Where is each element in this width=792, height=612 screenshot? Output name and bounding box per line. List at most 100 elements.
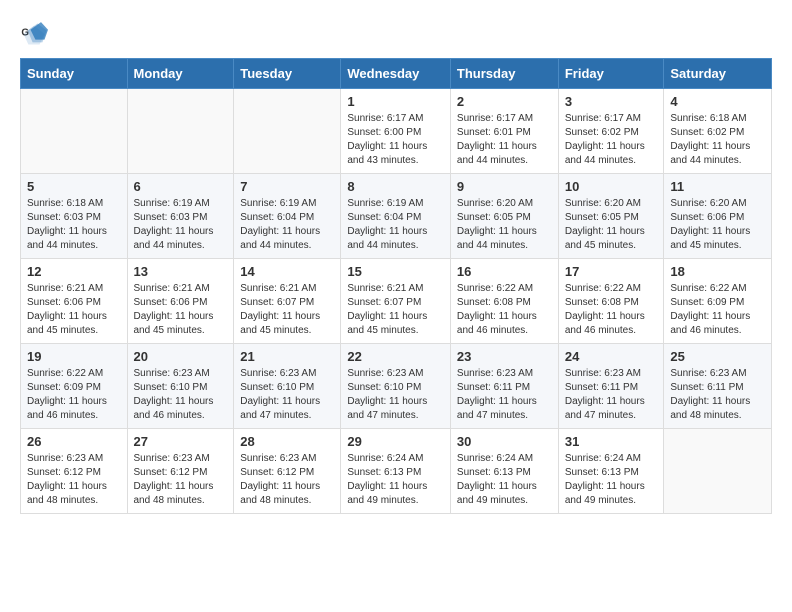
calendar-week-row: 26Sunrise: 6:23 AM Sunset: 6:12 PM Dayli…	[21, 429, 772, 514]
day-number: 3	[565, 94, 658, 109]
calendar-day-cell: 24 Sunrise: 6:23 AM Sunset: 6:11 PM Dayli…	[558, 344, 664, 429]
calendar-day-cell: 25 Sunrise: 6:23 AM Sunset: 6:11 PM Dayli…	[664, 344, 772, 429]
calendar-day-cell: 23 Sunrise: 6:23 AM Sunset: 6:11 PM Dayli…	[450, 344, 558, 429]
calendar-day-cell: 29 Sunrise: 6:24 AM Sunset: 6:13 PM Dayli…	[341, 429, 451, 514]
calendar-day-cell: 28 Sunrise: 6:23 AM Sunset: 6:12 PM Dayli…	[234, 429, 341, 514]
calendar-day-cell	[127, 89, 234, 174]
calendar-day-cell	[234, 89, 341, 174]
day-info: Sunrise: 6:24 AM Sunset: 6:13 PM Dayligh…	[565, 452, 658, 508]
day-number: 16	[457, 264, 552, 279]
day-number: 7	[240, 179, 334, 194]
day-number: 9	[457, 179, 552, 194]
calendar-day-cell: 22Sunrise: 6:23 AM Sunset: 6:10 PM Dayli…	[341, 344, 451, 429]
day-number: 29	[347, 434, 444, 449]
calendar-day-cell: 21 Sunrise: 6:23 AM Sunset: 6:10 PM Dayli…	[234, 344, 341, 429]
day-of-week-header: Saturday	[664, 59, 772, 89]
calendar-day-cell: 18 Sunrise: 6:22 AM Sunset: 6:09 PM Dayli…	[664, 259, 772, 344]
calendar-day-cell: 3Sunrise: 6:17 AM Sunset: 6:02 PM Daylig…	[558, 89, 664, 174]
day-number: 11	[670, 179, 765, 194]
day-number: 19	[27, 349, 121, 364]
day-of-week-header: Wednesday	[341, 59, 451, 89]
calendar-week-row: 5 Sunrise: 6:18 AM Sunset: 6:03 PM Daylig…	[21, 174, 772, 259]
logo-icon: G	[20, 20, 48, 48]
day-number: 21	[240, 349, 334, 364]
day-number: 2	[457, 94, 552, 109]
calendar-week-row: 1 Sunrise: 6:17 AM Sunset: 6:00 PM Daylig…	[21, 89, 772, 174]
day-info: Sunrise: 6:20 AM Sunset: 6:06 PM Dayligh…	[670, 197, 765, 253]
day-of-week-header: Tuesday	[234, 59, 341, 89]
day-number: 15	[347, 264, 444, 279]
day-info: Sunrise: 6:23 AM Sunset: 6:12 PM Dayligh…	[27, 452, 121, 508]
day-number: 25	[670, 349, 765, 364]
calendar-day-cell: 15 Sunrise: 6:21 AM Sunset: 6:07 PM Dayli…	[341, 259, 451, 344]
day-number: 13	[134, 264, 228, 279]
logo: G	[20, 20, 52, 48]
day-info: Sunrise: 6:21 AM Sunset: 6:07 PM Dayligh…	[347, 282, 444, 338]
day-info: Sunrise: 6:24 AM Sunset: 6:13 PM Dayligh…	[457, 452, 552, 508]
calendar-day-cell: 13Sunrise: 6:21 AM Sunset: 6:06 PM Dayli…	[127, 259, 234, 344]
calendar-day-cell: 30 Sunrise: 6:24 AM Sunset: 6:13 PM Dayli…	[450, 429, 558, 514]
day-info: Sunrise: 6:22 AM Sunset: 6:09 PM Dayligh…	[27, 367, 121, 423]
calendar-day-cell: 1 Sunrise: 6:17 AM Sunset: 6:00 PM Daylig…	[341, 89, 451, 174]
day-info: Sunrise: 6:22 AM Sunset: 6:08 PM Dayligh…	[457, 282, 552, 338]
calendar-day-cell: 2 Sunrise: 6:17 AM Sunset: 6:01 PM Daylig…	[450, 89, 558, 174]
day-info: Sunrise: 6:19 AM Sunset: 6:04 PM Dayligh…	[347, 197, 444, 253]
calendar-day-cell: 17 Sunrise: 6:22 AM Sunset: 6:08 PM Dayli…	[558, 259, 664, 344]
day-of-week-header: Friday	[558, 59, 664, 89]
day-number: 31	[565, 434, 658, 449]
day-info: Sunrise: 6:23 AM Sunset: 6:11 PM Dayligh…	[670, 367, 765, 423]
calendar-table: SundayMondayTuesdayWednesdayThursdayFrid…	[20, 58, 772, 514]
calendar-day-cell: 7 Sunrise: 6:19 AM Sunset: 6:04 PM Daylig…	[234, 174, 341, 259]
calendar-day-cell: 26Sunrise: 6:23 AM Sunset: 6:12 PM Dayli…	[21, 429, 128, 514]
calendar-day-cell: 4Sunrise: 6:18 AM Sunset: 6:02 PM Daylig…	[664, 89, 772, 174]
day-info: Sunrise: 6:23 AM Sunset: 6:11 PM Dayligh…	[457, 367, 552, 423]
calendar-day-cell: 12 Sunrise: 6:21 AM Sunset: 6:06 PM Dayli…	[21, 259, 128, 344]
day-info: Sunrise: 6:19 AM Sunset: 6:04 PM Dayligh…	[240, 197, 334, 253]
day-number: 5	[27, 179, 121, 194]
day-number: 27	[134, 434, 228, 449]
calendar-day-cell: 20 Sunrise: 6:23 AM Sunset: 6:10 PM Dayli…	[127, 344, 234, 429]
day-number: 10	[565, 179, 658, 194]
calendar-day-cell: 16 Sunrise: 6:22 AM Sunset: 6:08 PM Dayli…	[450, 259, 558, 344]
calendar-day-cell: 5 Sunrise: 6:18 AM Sunset: 6:03 PM Daylig…	[21, 174, 128, 259]
calendar-header-row: SundayMondayTuesdayWednesdayThursdayFrid…	[21, 59, 772, 89]
day-of-week-header: Sunday	[21, 59, 128, 89]
calendar-day-cell: 6 Sunrise: 6:19 AM Sunset: 6:03 PM Daylig…	[127, 174, 234, 259]
calendar-day-cell: 11 Sunrise: 6:20 AM Sunset: 6:06 PM Dayli…	[664, 174, 772, 259]
calendar-week-row: 19 Sunrise: 6:22 AM Sunset: 6:09 PM Dayli…	[21, 344, 772, 429]
day-info: Sunrise: 6:18 AM Sunset: 6:02 PM Dayligh…	[670, 112, 765, 168]
header: G	[20, 20, 772, 48]
day-info: Sunrise: 6:17 AM Sunset: 6:01 PM Dayligh…	[457, 112, 552, 168]
day-number: 18	[670, 264, 765, 279]
day-info: Sunrise: 6:19 AM Sunset: 6:03 PM Dayligh…	[134, 197, 228, 253]
day-info: Sunrise: 6:18 AM Sunset: 6:03 PM Dayligh…	[27, 197, 121, 253]
day-number: 30	[457, 434, 552, 449]
calendar-day-cell: 8Sunrise: 6:19 AM Sunset: 6:04 PM Daylig…	[341, 174, 451, 259]
day-info: Sunrise: 6:20 AM Sunset: 6:05 PM Dayligh…	[565, 197, 658, 253]
day-info: Sunrise: 6:17 AM Sunset: 6:00 PM Dayligh…	[347, 112, 444, 168]
day-info: Sunrise: 6:23 AM Sunset: 6:10 PM Dayligh…	[240, 367, 334, 423]
day-number: 14	[240, 264, 334, 279]
calendar-day-cell: 14Sunrise: 6:21 AM Sunset: 6:07 PM Dayli…	[234, 259, 341, 344]
day-info: Sunrise: 6:23 AM Sunset: 6:10 PM Dayligh…	[134, 367, 228, 423]
day-number: 23	[457, 349, 552, 364]
day-info: Sunrise: 6:22 AM Sunset: 6:09 PM Dayligh…	[670, 282, 765, 338]
day-info: Sunrise: 6:23 AM Sunset: 6:11 PM Dayligh…	[565, 367, 658, 423]
calendar-day-cell: 9 Sunrise: 6:20 AM Sunset: 6:05 PM Daylig…	[450, 174, 558, 259]
calendar-day-cell: 31 Sunrise: 6:24 AM Sunset: 6:13 PM Dayli…	[558, 429, 664, 514]
day-number: 17	[565, 264, 658, 279]
day-number: 1	[347, 94, 444, 109]
day-info: Sunrise: 6:21 AM Sunset: 6:06 PM Dayligh…	[27, 282, 121, 338]
day-number: 6	[134, 179, 228, 194]
day-number: 28	[240, 434, 334, 449]
day-info: Sunrise: 6:24 AM Sunset: 6:13 PM Dayligh…	[347, 452, 444, 508]
day-number: 12	[27, 264, 121, 279]
day-number: 24	[565, 349, 658, 364]
calendar-week-row: 12 Sunrise: 6:21 AM Sunset: 6:06 PM Dayli…	[21, 259, 772, 344]
day-number: 20	[134, 349, 228, 364]
day-info: Sunrise: 6:23 AM Sunset: 6:12 PM Dayligh…	[240, 452, 334, 508]
calendar-day-cell: 19 Sunrise: 6:22 AM Sunset: 6:09 PM Dayli…	[21, 344, 128, 429]
day-info: Sunrise: 6:20 AM Sunset: 6:05 PM Dayligh…	[457, 197, 552, 253]
day-info: Sunrise: 6:22 AM Sunset: 6:08 PM Dayligh…	[565, 282, 658, 338]
calendar-day-cell: 27Sunrise: 6:23 AM Sunset: 6:12 PM Dayli…	[127, 429, 234, 514]
